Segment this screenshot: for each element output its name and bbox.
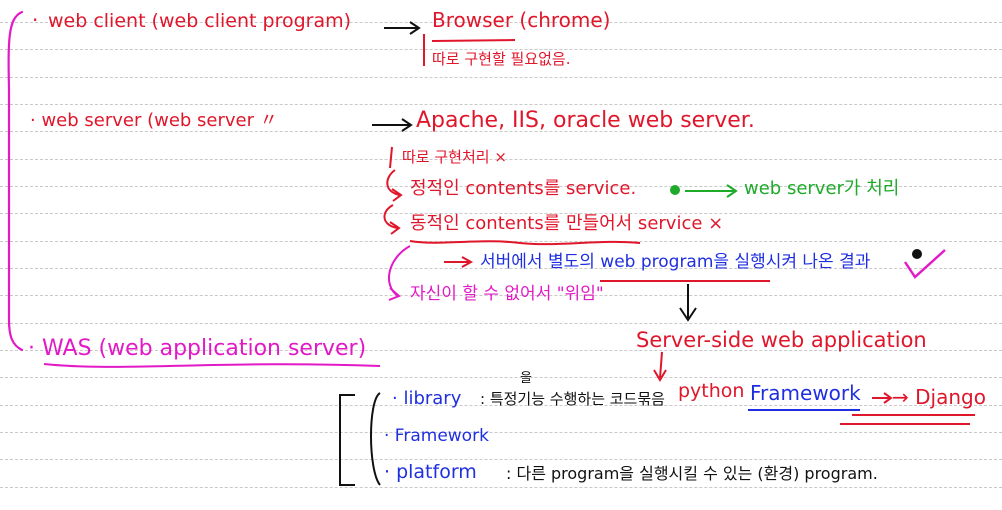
django-label: → Django xyxy=(892,385,986,409)
static-contents-label: 정적인 contents를 service. xyxy=(410,178,637,199)
framework-label: Framework xyxy=(750,381,861,405)
django-underline xyxy=(840,414,975,425)
black-dot xyxy=(912,249,922,259)
arrow-to-django xyxy=(872,392,893,404)
platform-label: · platform xyxy=(384,461,477,483)
browser-label: Browser (chrome) xyxy=(432,8,611,32)
cannot-self-label: 자신이 할 수 없어서 "위임" xyxy=(410,284,604,304)
apache-bracket xyxy=(389,146,393,169)
browser-underline xyxy=(431,39,516,42)
list-bracket xyxy=(339,394,355,486)
framework-item-label: · Framework xyxy=(384,426,489,446)
bullet-web-client: · xyxy=(32,8,39,32)
arrow-dynamic xyxy=(383,204,401,235)
arrow-to-python xyxy=(653,351,667,382)
library-label: · library xyxy=(392,388,462,409)
library-desc: : 특정기능 수행하는 코드묶음 xyxy=(480,390,665,408)
loop-arrow xyxy=(388,245,411,301)
arrow-green xyxy=(685,184,738,198)
apache-label: Apache, IIS, oracle web server. xyxy=(416,108,755,133)
note-page: · web client (web client program) Browse… xyxy=(0,0,1002,510)
library-desc-insert: 을 xyxy=(520,371,532,386)
execute-program-label: 서버에서 별도의 web program을 실행시켜 나온 결과 xyxy=(480,252,871,272)
list-bracket-inner xyxy=(370,392,381,486)
was-underline xyxy=(43,363,381,368)
arrow-client-browser xyxy=(384,21,421,35)
was-label: · WAS (web application server) xyxy=(28,336,367,361)
web-client-label: web client (web client program) xyxy=(48,10,352,32)
arrow-down-server-side xyxy=(679,284,697,322)
arrow-execute xyxy=(444,256,474,268)
server-side-label: Server-side web application xyxy=(636,328,927,352)
dynamic-underline xyxy=(409,240,641,246)
platform-desc: : 다른 program을 실행시킬 수 있는 (환경) program. xyxy=(506,464,878,483)
arrow-static xyxy=(386,169,403,202)
dynamic-contents-label: 동적인 contents를 만들어서 service × xyxy=(410,213,724,234)
checkmark xyxy=(904,249,946,279)
left-bracket-stroke xyxy=(7,10,24,352)
web-server-handles-label: web server가 처리 xyxy=(744,178,900,199)
green-dot xyxy=(670,185,680,195)
browser-note: 따로 구현할 필요없음. xyxy=(432,50,571,68)
python-label: python xyxy=(678,380,745,402)
arrow-server-apache xyxy=(372,118,413,132)
web-server-label: · web server (web server 〃 xyxy=(30,110,278,131)
separate-processing-note: 따로 구현처리 × xyxy=(402,148,507,166)
